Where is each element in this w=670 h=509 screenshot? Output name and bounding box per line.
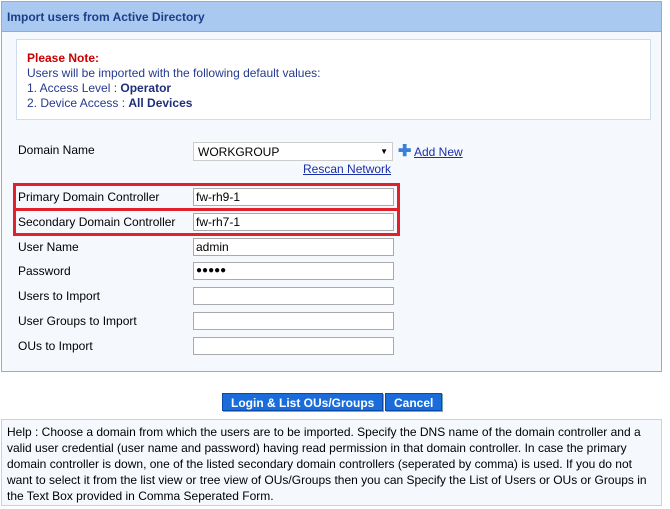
ous-to-import-input[interactable] <box>193 337 394 355</box>
panel-title: Import users from Active Directory <box>2 2 661 32</box>
device-access-value: All Devices <box>128 96 193 110</box>
plus-icon: ✚ <box>398 143 412 160</box>
note-item-2: 2. Device Access : All Devices <box>27 96 640 111</box>
help-text: Help : Choose a domain from which the us… <box>1 419 662 506</box>
secondary-dc-label: Secondary Domain Controller <box>18 215 176 229</box>
access-level-value: Operator <box>120 81 172 95</box>
secondary-dc-input[interactable]: fw-rh7-1 <box>193 213 394 231</box>
note-intro: Users will be imported with the followin… <box>27 66 321 80</box>
cancel-button[interactable]: Cancel <box>385 393 443 411</box>
primary-dc-label: Primary Domain Controller <box>18 190 160 204</box>
rescan-network-link[interactable]: Rescan Network <box>303 162 391 176</box>
add-new-link[interactable]: Add New <box>414 145 463 159</box>
password-input[interactable]: ●●●●● <box>193 262 394 280</box>
note-heading: Please Note: <box>27 51 100 65</box>
groups-to-import-input[interactable] <box>193 312 394 330</box>
user-name-input[interactable]: admin <box>193 238 394 256</box>
chevron-down-icon: ▼ <box>380 147 388 156</box>
login-list-button[interactable]: Login & List OUs/Groups <box>222 393 384 411</box>
user-name-label: User Name <box>18 240 79 254</box>
access-level-label: 1. Access Level : <box>27 81 121 95</box>
users-to-import-input[interactable] <box>193 287 394 305</box>
users-to-import-label: Users to Import <box>18 289 101 303</box>
primary-dc-input[interactable]: fw-rh9-1 <box>193 188 394 206</box>
ous-to-import-label: OUs to Import <box>18 339 93 353</box>
domain-name-label: Domain Name <box>18 143 95 157</box>
domain-name-select[interactable]: WORKGROUP ▼ <box>193 142 393 161</box>
domain-name-value: WORKGROUP <box>198 145 280 159</box>
groups-to-import-label: User Groups to Import <box>18 314 137 328</box>
note-box: Please Note: Users will be imported with… <box>16 39 651 120</box>
password-label: Password <box>18 264 71 278</box>
device-access-label: 2. Device Access : <box>27 96 129 110</box>
note-item-1: 1. Access Level : Operator <box>27 81 640 96</box>
